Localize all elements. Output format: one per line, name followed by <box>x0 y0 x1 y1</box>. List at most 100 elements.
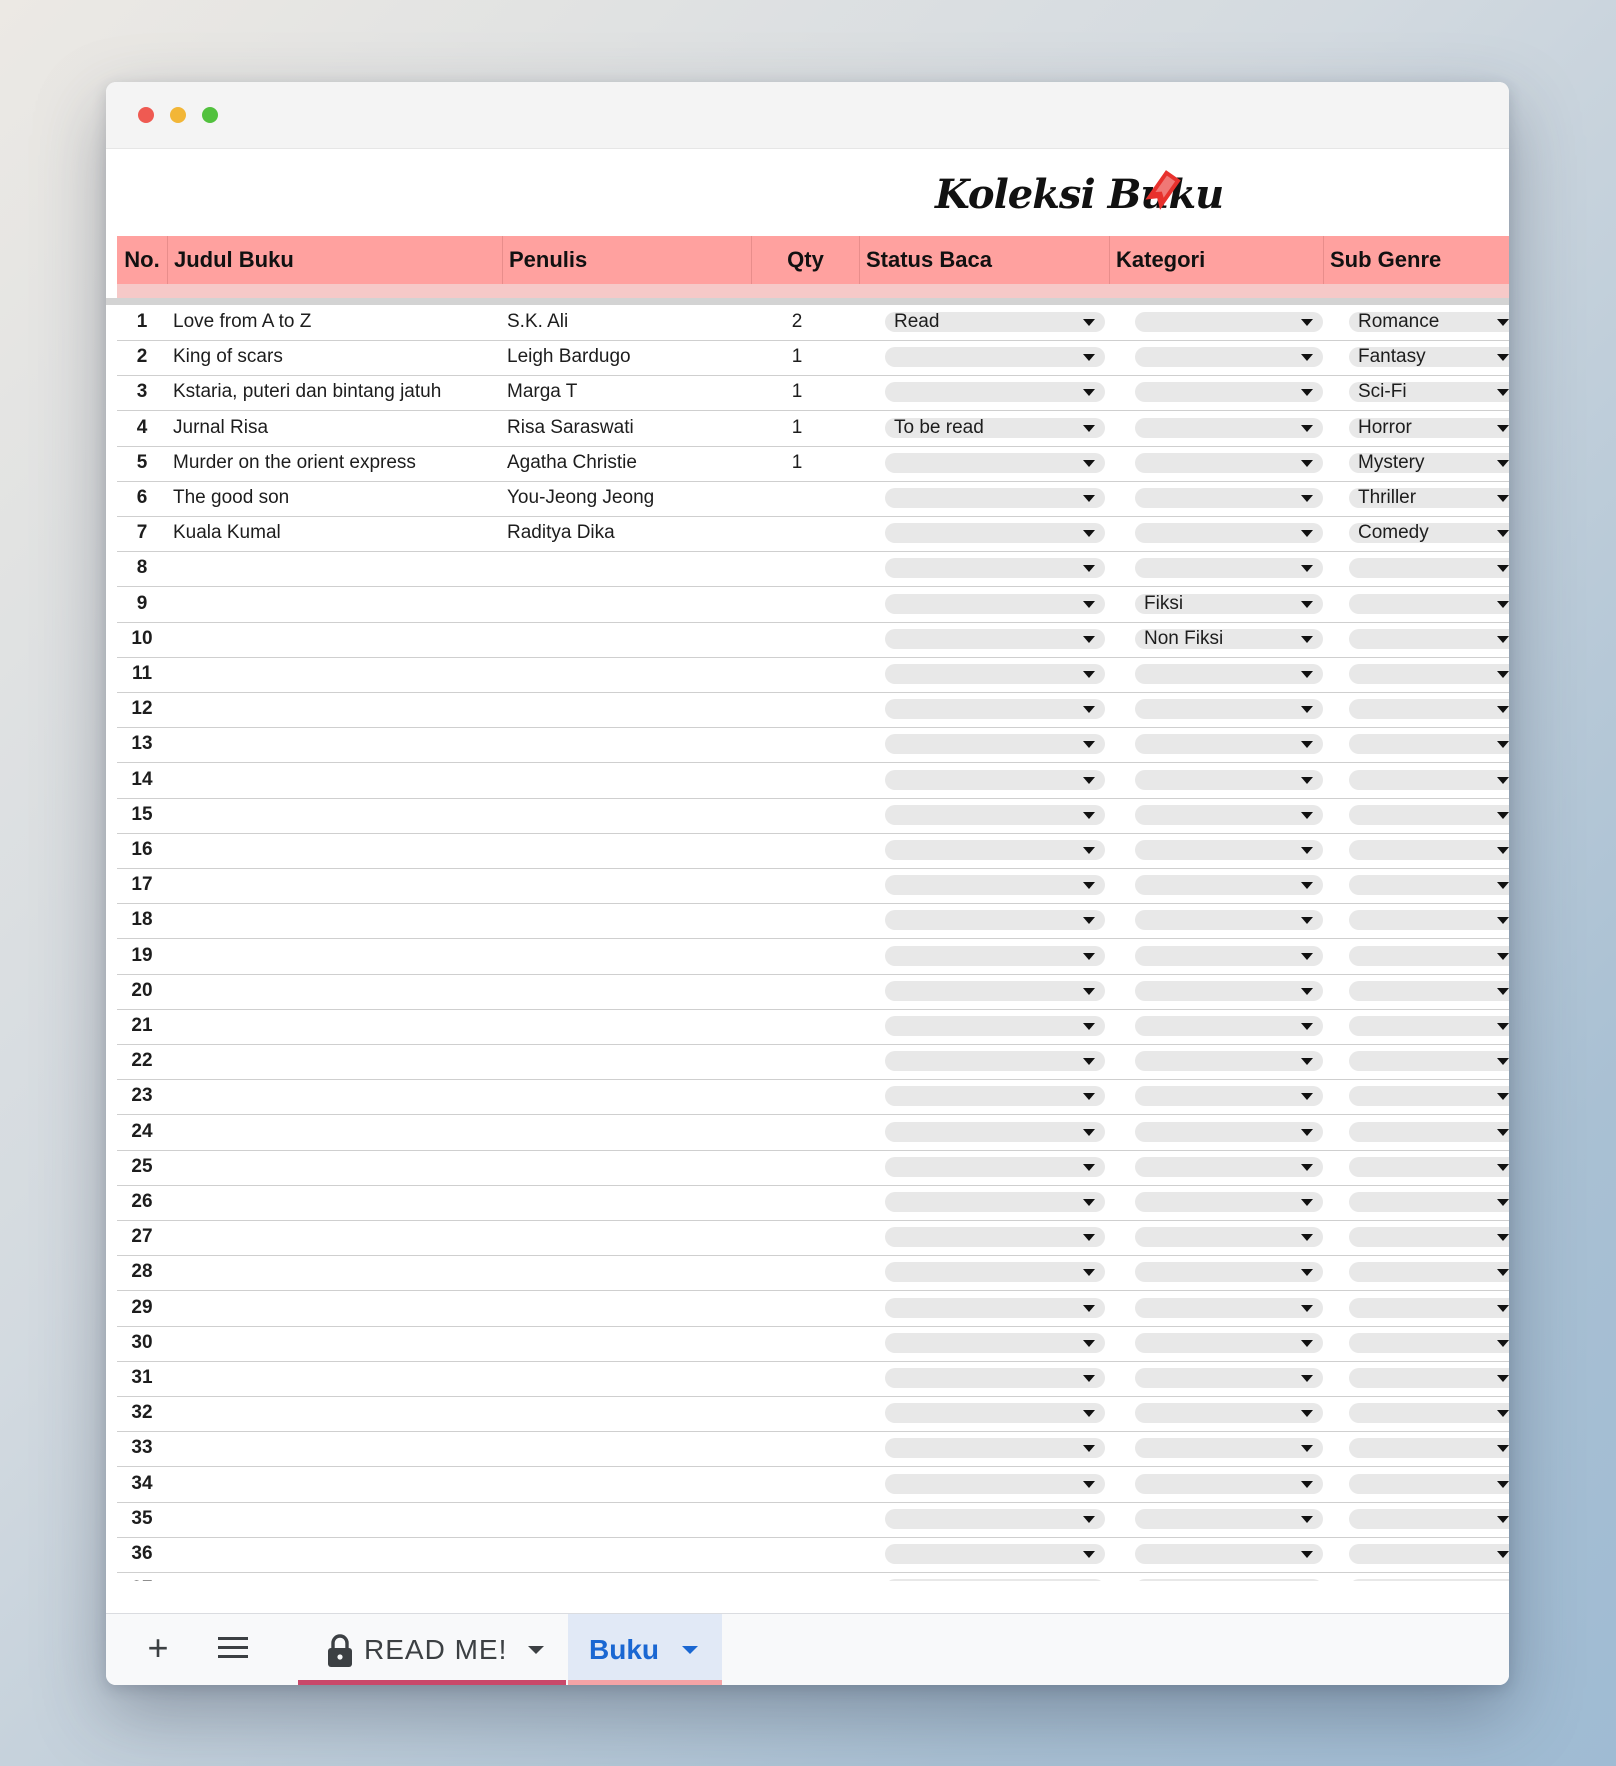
cell-penulis[interactable]: Raditya Dika <box>507 516 752 551</box>
dropdown-arrow-icon[interactable] <box>1497 1128 1509 1136</box>
dropdown-arrow-icon[interactable] <box>1083 1339 1095 1347</box>
dropdown-arrow-icon[interactable] <box>1301 1515 1313 1523</box>
cell-qty[interactable]: 2 <box>747 305 847 340</box>
dropdown-arrow-icon[interactable] <box>1301 1445 1313 1453</box>
dropdown-arrow-icon[interactable] <box>1301 1234 1313 1242</box>
cell-qty[interactable] <box>747 763 847 798</box>
minimize-window-button[interactable] <box>170 107 186 123</box>
cell-qty[interactable] <box>747 1079 847 1114</box>
dropdown-arrow-icon[interactable] <box>1497 600 1509 608</box>
row-number[interactable]: 30 <box>117 1326 167 1361</box>
kategori-dropdown[interactable] <box>1135 1192 1323 1212</box>
status-baca-dropdown[interactable] <box>885 558 1105 579</box>
sub-genre-dropdown[interactable] <box>1349 1579 1509 1581</box>
row-number[interactable]: 6 <box>117 481 167 516</box>
cell-judul-buku[interactable] <box>173 1044 499 1079</box>
zoom-window-button[interactable] <box>202 107 218 123</box>
dropdown-arrow-icon[interactable] <box>1497 776 1509 784</box>
cell-penulis[interactable] <box>507 974 752 1009</box>
row-number[interactable]: 20 <box>117 974 167 1009</box>
sub-genre-dropdown[interactable] <box>1349 1121 1509 1142</box>
status-baca-dropdown[interactable] <box>885 980 1105 1001</box>
cell-judul-buku[interactable] <box>173 1291 499 1326</box>
sub-genre-dropdown[interactable] <box>1349 1086 1509 1107</box>
dropdown-arrow-icon[interactable] <box>1083 706 1095 714</box>
status-baca-dropdown[interactable] <box>885 1332 1105 1353</box>
row-number[interactable]: 21 <box>117 1009 167 1044</box>
row-number[interactable]: 24 <box>117 1115 167 1150</box>
cell-qty[interactable] <box>747 1255 847 1290</box>
kategori-dropdown[interactable] <box>1135 523 1323 544</box>
kategori-dropdown[interactable]: Fiksi <box>1135 593 1323 614</box>
cell-qty[interactable] <box>747 1572 847 1581</box>
dropdown-arrow-icon[interactable] <box>1083 1023 1095 1030</box>
dropdown-arrow-icon[interactable] <box>1083 847 1095 854</box>
row-number[interactable]: 32 <box>117 1396 167 1431</box>
dropdown-arrow-icon[interactable] <box>1083 1199 1095 1206</box>
dropdown-arrow-icon[interactable] <box>1497 1058 1509 1066</box>
row-number[interactable]: 27 <box>117 1220 167 1255</box>
dropdown-arrow-icon[interactable] <box>1497 1480 1509 1488</box>
kategori-dropdown[interactable] <box>1135 1227 1323 1248</box>
cell-penulis[interactable]: Risa Saraswati <box>507 411 752 446</box>
status-baca-dropdown[interactable] <box>885 1227 1105 1248</box>
status-baca-dropdown[interactable] <box>885 382 1105 403</box>
status-baca-dropdown[interactable] <box>885 769 1105 790</box>
cell-qty[interactable] <box>747 868 847 903</box>
dropdown-arrow-icon[interactable] <box>1083 987 1095 995</box>
cell-judul-buku[interactable] <box>173 763 499 798</box>
kategori-dropdown[interactable] <box>1135 382 1323 403</box>
cell-judul-buku[interactable] <box>173 1396 499 1431</box>
dropdown-arrow-icon[interactable] <box>1301 1339 1313 1347</box>
dropdown-arrow-icon[interactable] <box>1497 1375 1509 1382</box>
row-number[interactable]: 31 <box>117 1361 167 1396</box>
dropdown-arrow-icon[interactable] <box>1497 1551 1509 1558</box>
row-number[interactable]: 26 <box>117 1185 167 1220</box>
cell-judul-buku[interactable]: Jurnal Risa <box>173 411 499 446</box>
sub-genre-dropdown[interactable] <box>1349 1192 1509 1212</box>
cell-qty[interactable] <box>747 622 847 657</box>
tab-buku[interactable]: Buku <box>568 1614 722 1685</box>
dropdown-arrow-icon[interactable] <box>1301 495 1313 502</box>
cell-penulis[interactable]: Agatha Christie <box>507 446 752 481</box>
cell-judul-buku[interactable] <box>173 1255 499 1290</box>
dropdown-arrow-icon[interactable] <box>1083 1551 1095 1558</box>
cell-penulis[interactable] <box>507 587 752 622</box>
sub-genre-dropdown[interactable]: Sci-Fi <box>1349 382 1509 403</box>
dropdown-arrow-icon[interactable] <box>1301 1375 1313 1382</box>
kategori-dropdown[interactable] <box>1135 1086 1323 1107</box>
kategori-dropdown[interactable] <box>1135 1297 1323 1318</box>
cell-judul-buku[interactable] <box>173 939 499 974</box>
status-baca-dropdown[interactable] <box>885 523 1105 544</box>
status-baca-dropdown[interactable] <box>885 1473 1105 1494</box>
cell-qty[interactable]: 1 <box>747 340 847 375</box>
dropdown-arrow-icon[interactable] <box>1301 776 1313 784</box>
sub-genre-dropdown[interactable] <box>1349 1332 1509 1353</box>
close-window-button[interactable] <box>138 107 154 123</box>
dropdown-arrow-icon[interactable] <box>1497 1304 1509 1312</box>
status-baca-dropdown[interactable] <box>885 1297 1105 1318</box>
cell-penulis[interactable] <box>507 903 752 938</box>
dropdown-arrow-icon[interactable] <box>1083 565 1095 573</box>
kategori-dropdown[interactable] <box>1135 1368 1323 1388</box>
cell-judul-buku[interactable] <box>173 727 499 762</box>
dropdown-arrow-icon[interactable] <box>1301 459 1313 467</box>
cell-judul-buku[interactable] <box>173 1537 499 1572</box>
dropdown-arrow-icon[interactable] <box>1301 600 1313 608</box>
sub-genre-dropdown[interactable]: Comedy <box>1349 523 1509 544</box>
cell-penulis[interactable] <box>507 1255 752 1290</box>
row-number[interactable]: 36 <box>117 1537 167 1572</box>
cell-judul-buku[interactable] <box>173 1220 499 1255</box>
cell-qty[interactable] <box>747 1044 847 1079</box>
sub-genre-dropdown[interactable] <box>1349 664 1509 684</box>
cell-qty[interactable] <box>747 587 847 622</box>
dropdown-arrow-icon[interactable] <box>1301 811 1313 819</box>
row-number[interactable]: 11 <box>117 657 167 692</box>
cell-qty[interactable] <box>747 1467 847 1502</box>
cell-penulis[interactable] <box>507 551 752 586</box>
status-baca-dropdown[interactable] <box>885 1051 1105 1072</box>
row-number[interactable]: 35 <box>117 1502 167 1537</box>
sub-genre-dropdown[interactable] <box>1349 1508 1509 1529</box>
status-baca-dropdown[interactable]: Read <box>885 312 1105 332</box>
cell-judul-buku[interactable] <box>173 1431 499 1466</box>
